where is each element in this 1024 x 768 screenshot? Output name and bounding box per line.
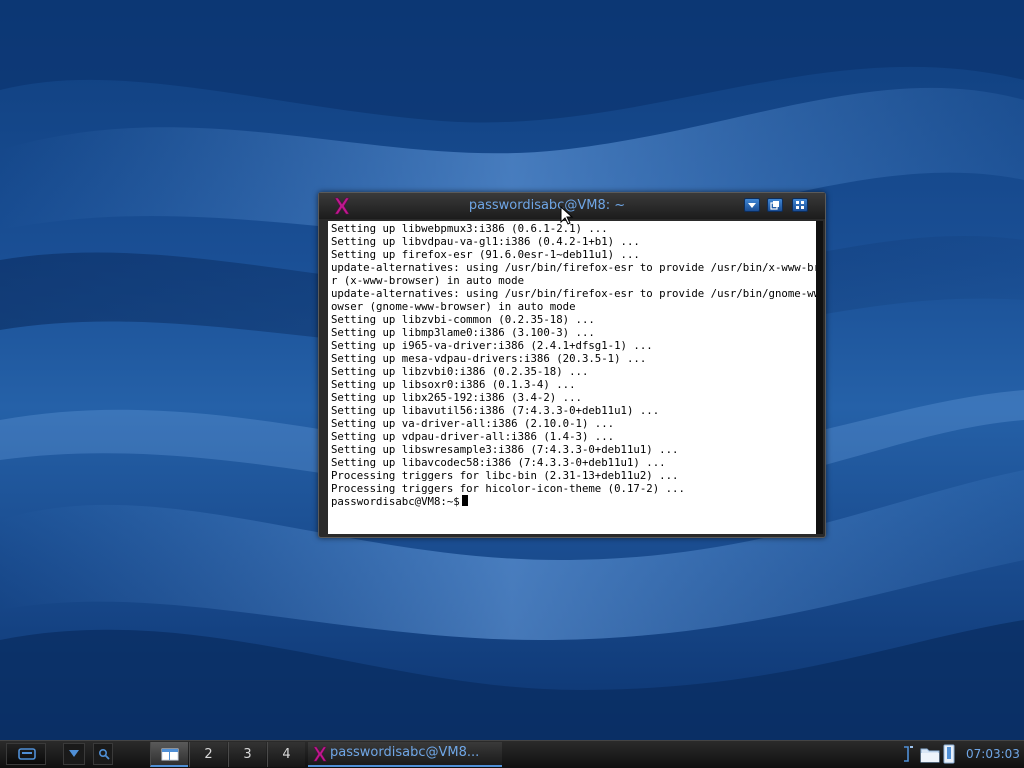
terminal-scrollbar[interactable] bbox=[816, 221, 823, 534]
terminal-line: Processing triggers for libc-bin (2.31-1… bbox=[331, 469, 679, 482]
terminal-line: Setting up libswresample3:i386 (7:4.3.3-… bbox=[331, 443, 679, 456]
close-button[interactable] bbox=[792, 198, 808, 212]
window-restore-icon bbox=[770, 201, 779, 210]
terminal-line: Setting up libavcodec58:i386 (7:4.3.3-0+… bbox=[331, 456, 666, 469]
window-icon bbox=[161, 748, 179, 761]
terminal-line: owser (gnome-www-browser) in auto mode bbox=[331, 300, 576, 313]
workspace-1-button[interactable] bbox=[150, 742, 188, 767]
terminal-output[interactable]: Setting up libwebpmux3:i386 (0.6.1-2.1) … bbox=[328, 221, 816, 534]
terminal-line: Setting up vdpau-driver-all:i386 (1.4-3)… bbox=[331, 430, 615, 443]
terminal-line: Setting up libavutil56:i386 (7:4.3.3-0+d… bbox=[331, 404, 660, 417]
show-desktop-button[interactable] bbox=[63, 743, 85, 765]
terminal-line: Setting up libsoxr0:i386 (0.1.3-4) ... bbox=[331, 378, 576, 391]
terminal-line: Setting up firefox-esr (91.6.0esr-1~deb1… bbox=[331, 248, 640, 261]
terminal-line: Setting up libzvbi-common (0.2.35-18) ..… bbox=[331, 313, 595, 326]
terminal-line: Setting up libmp3lame0:i386 (3.100-3) ..… bbox=[331, 326, 595, 339]
start-menu-button[interactable] bbox=[6, 743, 46, 765]
clock: 07:03:03 bbox=[966, 747, 1020, 761]
taskbar-terminal-task[interactable]: passwordisabc@VM8... bbox=[308, 742, 502, 767]
text-cursor bbox=[461, 495, 468, 506]
terminal-line: Setting up mesa-vdpau-drivers:i386 (20.3… bbox=[331, 352, 647, 365]
workspace-3-button[interactable]: 3 bbox=[228, 742, 266, 767]
mouse-pointer-icon bbox=[560, 206, 574, 225]
network-icon[interactable] bbox=[942, 744, 956, 764]
chevron-down-icon bbox=[748, 203, 756, 208]
minimize-button[interactable] bbox=[744, 198, 760, 212]
triangle-down-icon bbox=[69, 750, 79, 757]
window-title: passwordisabc@VM8: ~ bbox=[468, 198, 626, 213]
terminal-lines: Setting up libwebpmux3:i386 (0.6.1-2.1) … bbox=[331, 222, 816, 495]
terminal-line: update-alternatives: using /usr/bin/fire… bbox=[331, 287, 816, 300]
workspace-4-button[interactable]: 4 bbox=[267, 742, 305, 767]
volume-icon[interactable] bbox=[902, 745, 916, 763]
workspace-2-button[interactable]: 2 bbox=[189, 742, 227, 767]
maximize-button[interactable] bbox=[767, 198, 783, 212]
terminal-line: Setting up va-driver-all:i386 (2.10.0-1)… bbox=[331, 417, 615, 430]
terminal-line: Processing triggers for hicolor-icon-the… bbox=[331, 482, 685, 495]
terminal-line: update-alternatives: using /usr/bin/fire… bbox=[331, 261, 816, 274]
terminal-window[interactable]: passwordisabc@VM8: ~ Setting up libwebpm… bbox=[318, 192, 826, 538]
terminal-prompt-line[interactable]: passwordisabc@VM8:~$ bbox=[331, 495, 816, 508]
taskbar: 2 3 4 passwordisabc@VM8... 07:03:03 bbox=[0, 740, 1024, 768]
grid-icon bbox=[796, 201, 804, 209]
search-icon bbox=[98, 748, 110, 760]
terminal-line: r (x-www-browser) in auto mode bbox=[331, 274, 525, 287]
x-terminal-icon bbox=[313, 746, 327, 762]
search-button[interactable] bbox=[93, 743, 113, 765]
taskbar-task-label: passwordisabc@VM8... bbox=[330, 745, 480, 760]
folder-icon[interactable] bbox=[920, 745, 940, 763]
terminal-line: Setting up libzvbi0:i386 (0.2.35-18) ... bbox=[331, 365, 589, 378]
shell-prompt: passwordisabc@VM8:~$ bbox=[331, 495, 460, 508]
terminal-line: Setting up libx265-192:i386 (3.4-2) ... bbox=[331, 391, 582, 404]
terminal-line: Setting up libvdpau-va-gl1:i386 (0.4.2-1… bbox=[331, 235, 640, 248]
menu-icon bbox=[18, 748, 36, 760]
terminal-line: Setting up i965-va-driver:i386 (2.4.1+df… bbox=[331, 339, 653, 352]
